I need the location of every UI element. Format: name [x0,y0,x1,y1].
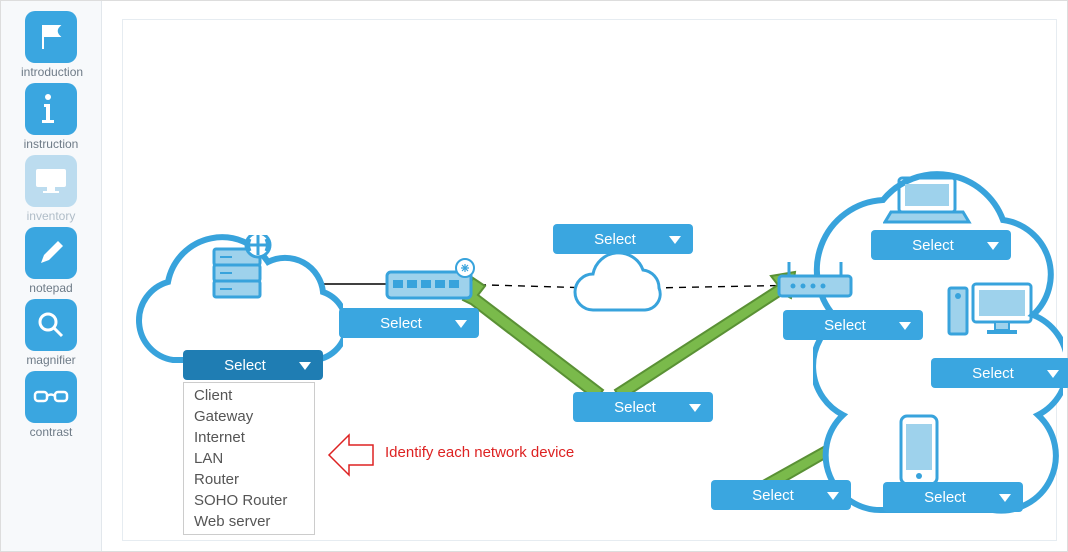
select-soho[interactable]: Select [783,310,923,340]
select-cloud-bottom[interactable]: Select [573,392,713,422]
sidebar-item-introduction[interactable]: introduction [21,11,81,79]
sidebar-label: magnifier [26,353,75,367]
desktop-icon [943,278,1043,348]
flag-icon [25,11,77,63]
select-label: Select [972,365,1014,382]
sidebar-item-inventory[interactable]: inventory [21,155,81,223]
cloud-icon [563,252,683,332]
option-web-server[interactable]: Web server [184,511,314,532]
magnifier-icon [25,299,77,351]
sidebar-item-magnifier[interactable]: magnifier [21,299,81,367]
sidebar-item-contrast[interactable]: contrast [21,371,81,439]
info-icon [25,83,77,135]
option-gateway[interactable]: Gateway [184,406,314,427]
arrow-left-icon [323,430,383,480]
option-client[interactable]: Client [184,385,314,406]
select-label: Select [752,487,794,504]
laptop-icon [883,172,973,232]
select-laptop[interactable]: Select [871,230,1011,260]
option-lan[interactable]: LAN [184,448,314,469]
monitor-icon [25,155,77,207]
app-root: introduction instruction inventory notep… [0,0,1068,552]
smartphone-icon [895,412,945,492]
sidebar-label: contrast [30,425,73,439]
select-lan[interactable]: Select [711,480,851,510]
sidebar-label: instruction [24,137,79,151]
select-pc[interactable]: Select [931,358,1068,388]
select-label: Select [912,237,954,254]
server-icon [208,235,278,315]
pencil-icon [25,227,77,279]
option-internet[interactable]: Internet [184,427,314,448]
select-switch[interactable]: Select [339,308,479,338]
sidebar-item-instruction[interactable]: instruction [21,83,81,151]
select-webserver[interactable]: Select [183,350,323,380]
switch-icon [383,258,483,308]
select-label: Select [224,357,266,374]
select-label: Select [614,399,656,416]
sidebar-item-notepad[interactable]: notepad [21,227,81,295]
option-soho-router[interactable]: SOHO Router [184,490,314,511]
select-label: Select [380,315,422,332]
diagram-canvas: Identify each network device Select Clie… [102,1,1067,551]
sidebar-label: notepad [29,281,72,295]
router-icon [773,260,863,310]
sidebar-label: introduction [21,65,83,79]
select-cloud-top[interactable]: Select [553,224,693,254]
select-label: Select [924,489,966,506]
select-label: Select [594,231,636,248]
sidebar: introduction instruction inventory notep… [1,1,102,551]
sidebar-label: inventory [27,209,76,223]
diagram-inner: Identify each network device Select Clie… [122,19,1057,541]
option-router[interactable]: Router [184,469,314,490]
glasses-icon [25,371,77,423]
select-label: Select [824,317,866,334]
select-phone[interactable]: Select [883,482,1023,512]
annotation-text: Identify each network device [385,444,574,461]
dropdown-options[interactable]: Client Gateway Internet LAN Router SOHO … [183,382,315,535]
